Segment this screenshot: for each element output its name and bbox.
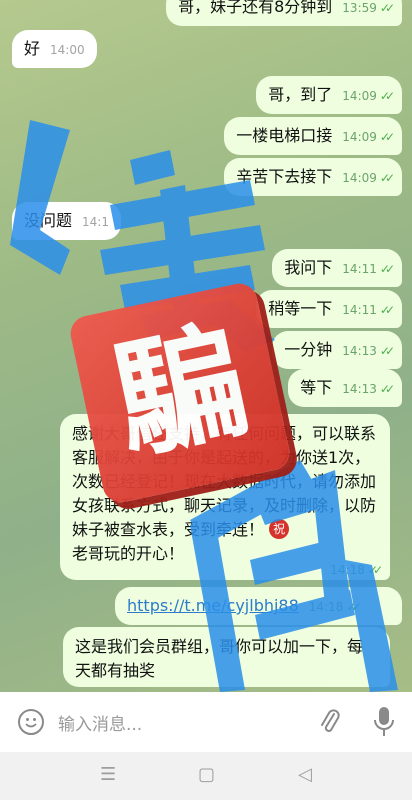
message-time: 14:1 bbox=[82, 215, 109, 229]
message-text: 稍等一下 bbox=[268, 299, 333, 318]
message-bubble[interactable]: 哥，妹子还有8分钟到 13:59 ✓✓ bbox=[166, 0, 402, 26]
read-check-icon: ✓✓ bbox=[346, 600, 361, 614]
message-time: 14:09 bbox=[342, 89, 377, 103]
read-check-icon: ✓✓ bbox=[379, 130, 395, 144]
message-time: 14:09 bbox=[342, 130, 377, 144]
message-time: 14:09 bbox=[342, 171, 377, 185]
message-text: 感谢大哥信任支持，有任何问题，可以联系客服解决，由于你是起送的，为你送1次，次数… bbox=[72, 424, 377, 539]
message-time: 14:00 bbox=[50, 43, 85, 57]
message-bubble-long[interactable]: 感谢大哥信任支持，有任何问题，可以联系客服解决，由于你是起送的，为你送1次，次数… bbox=[60, 414, 390, 580]
read-check-icon: ✓✓ bbox=[379, 262, 395, 276]
message-bubble-link[interactable]: https://t.me/cyjlbhj88 14:18 ✓✓ bbox=[115, 587, 402, 625]
message-bubble[interactable]: 好 14:00 bbox=[12, 30, 97, 68]
chat-area[interactable]: 哥，妹子还有8分钟到 13:59 ✓✓ 好 14:00 哥，到了 14:09 ✓✓ 一楼电… bbox=[0, 0, 412, 692]
message-bubble-long[interactable]: 这是我们会员群组，哥你可以加一下，每天都有抽奖 bbox=[63, 627, 390, 687]
message-text: 辛苦下去接下 bbox=[236, 167, 333, 186]
message-input-bar: 输入消息... bbox=[0, 692, 412, 752]
message-text: 没问题 bbox=[24, 211, 73, 230]
microphone-icon[interactable] bbox=[372, 705, 396, 739]
message-text: 好 bbox=[24, 39, 41, 58]
read-check-icon: ✓✓ bbox=[379, 171, 395, 185]
message-time: 14:18 bbox=[330, 563, 365, 577]
message-text: 一分钟 bbox=[284, 340, 333, 359]
smiley-icon[interactable] bbox=[18, 709, 44, 735]
paperclip-icon[interactable] bbox=[318, 707, 342, 737]
message-bubble[interactable]: 稍等一下 14:11 ✓✓ bbox=[256, 290, 402, 328]
blessing-badge: 祝 bbox=[269, 519, 290, 539]
message-text: 哥，妹子还有8分钟到 bbox=[178, 0, 333, 16]
message-time: 14:13 bbox=[342, 344, 377, 358]
message-input[interactable]: 输入消息... bbox=[58, 710, 142, 735]
message-bubble[interactable]: 辛苦下去接下 14:09 ✓✓ bbox=[224, 158, 402, 196]
read-check-icon: ✓✓ bbox=[367, 563, 383, 577]
message-text: 等下 bbox=[300, 378, 333, 397]
message-bubble[interactable]: 等下 14:13 ✓✓ bbox=[288, 369, 402, 407]
message-text: 一楼电梯口接 bbox=[236, 126, 333, 145]
menu-icon[interactable]: ☰ bbox=[100, 764, 116, 785]
read-check-icon: ✓✓ bbox=[379, 89, 395, 103]
message-text-tail: 老哥玩的开心！ bbox=[72, 544, 185, 563]
read-check-icon: ✓✓ bbox=[379, 382, 395, 396]
read-check-icon: ✓✓ bbox=[379, 1, 395, 15]
message-bubble[interactable]: 哥，到了 14:09 ✓✓ bbox=[256, 76, 402, 114]
message-time: 14:18 bbox=[308, 600, 344, 614]
message-text: 我问下 bbox=[284, 258, 333, 277]
message-bubble[interactable]: 一分钟 14:13 ✓✓ bbox=[272, 331, 402, 369]
group-link[interactable]: https://t.me/cyjlbhj88 bbox=[127, 596, 299, 615]
message-bubble[interactable]: 一楼电梯口接 14:09 ✓✓ bbox=[224, 117, 402, 155]
message-time: 14:13 bbox=[342, 382, 377, 396]
message-text: 哥，到了 bbox=[268, 85, 333, 104]
home-icon[interactable]: ▢ bbox=[198, 764, 215, 785]
read-check-icon: ✓✓ bbox=[379, 303, 395, 317]
message-time: 14:11 bbox=[342, 303, 377, 317]
message-bubble[interactable]: 没问题 14:1 bbox=[12, 202, 121, 240]
back-icon[interactable]: ◁ bbox=[298, 764, 312, 785]
read-check-icon: ✓✓ bbox=[379, 344, 395, 358]
message-time: 14:11 bbox=[342, 262, 377, 276]
message-bubble[interactable]: 我问下 14:11 ✓✓ bbox=[272, 249, 402, 287]
system-nav-bar: ☰ ▢ ◁ bbox=[0, 752, 412, 800]
message-time: 13:59 bbox=[342, 1, 377, 15]
message-text: 这是我们会员群组，哥你可以加一下，每天都有抽奖 bbox=[75, 637, 364, 680]
